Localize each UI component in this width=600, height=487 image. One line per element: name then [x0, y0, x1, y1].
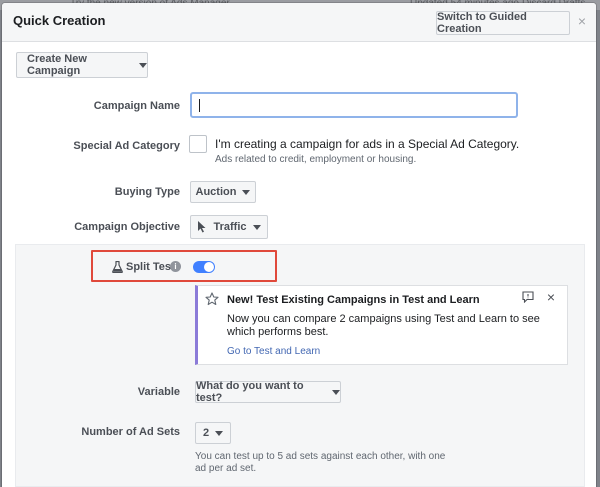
create-new-campaign-dropdown[interactable]: Create New Campaign — [16, 52, 148, 78]
caret-down-icon — [332, 389, 340, 395]
special-ad-category-label: Special Ad Category — [73, 140, 180, 152]
ad-sets-help-text: You can test up to 5 ad sets against eac… — [195, 451, 446, 474]
split-test-label: Split Test — [126, 261, 175, 273]
split-test-toggle[interactable] — [193, 261, 215, 273]
toggle-knob — [204, 262, 214, 272]
go-to-test-and-learn-link[interactable]: Go to Test and Learn — [227, 346, 320, 357]
text-cursor — [199, 99, 200, 112]
ad-sets-value: 2 — [202, 427, 210, 439]
variable-dropdown[interactable]: What do you want to test? — [195, 380, 341, 404]
variable-value: What do you want to test? — [196, 380, 304, 404]
special-ad-category-checkbox[interactable] — [189, 135, 207, 153]
number-of-ad-sets-label: Number of Ad Sets — [81, 426, 180, 438]
quick-creation-modal: Quick Creation Switch to Guided Creation… — [2, 3, 596, 487]
star-icon — [205, 292, 219, 306]
modal-header: Quick Creation Switch to Guided Creation… — [2, 3, 596, 42]
campaign-objective-dropdown[interactable]: Traffic — [190, 215, 268, 239]
feedback-icon[interactable] — [522, 291, 534, 303]
modal-title: Quick Creation — [13, 13, 106, 28]
caret-down-icon — [215, 430, 224, 436]
cursor-pointer-icon — [198, 221, 206, 233]
buying-type-dropdown[interactable]: Auction — [190, 181, 256, 203]
create-dropdown-label: Create New Campaign — [27, 53, 87, 77]
buying-type-value: Auction — [195, 186, 237, 198]
caret-down-icon — [252, 224, 261, 230]
flask-icon — [112, 261, 123, 273]
special-ad-sub-text: Ads related to credit, employment or hou… — [215, 154, 417, 165]
card-title: New! Test Existing Campaigns in Test and… — [227, 294, 480, 306]
caret-down-icon — [139, 62, 147, 68]
caret-down-icon — [242, 189, 251, 195]
card-close-icon[interactable]: × — [544, 289, 558, 305]
number-of-ad-sets-dropdown[interactable]: 2 — [195, 422, 231, 444]
campaign-name-label: Campaign Name — [93, 100, 180, 112]
special-ad-checkbox-text: I'm creating a campaign for ads in a Spe… — [215, 137, 520, 151]
info-icon[interactable]: i — [170, 261, 181, 272]
variable-label: Variable — [137, 386, 180, 398]
campaign-name-input[interactable] — [190, 92, 518, 118]
buying-type-label: Buying Type — [114, 186, 180, 198]
card-body: Now you can compare 2 campaigns using Te… — [227, 313, 540, 338]
close-icon[interactable]: × — [575, 12, 589, 30]
campaign-objective-label: Campaign Objective — [74, 221, 180, 233]
switch-to-guided-button[interactable]: Switch to Guided Creation — [436, 11, 570, 35]
campaign-objective-value: Traffic — [213, 221, 247, 233]
